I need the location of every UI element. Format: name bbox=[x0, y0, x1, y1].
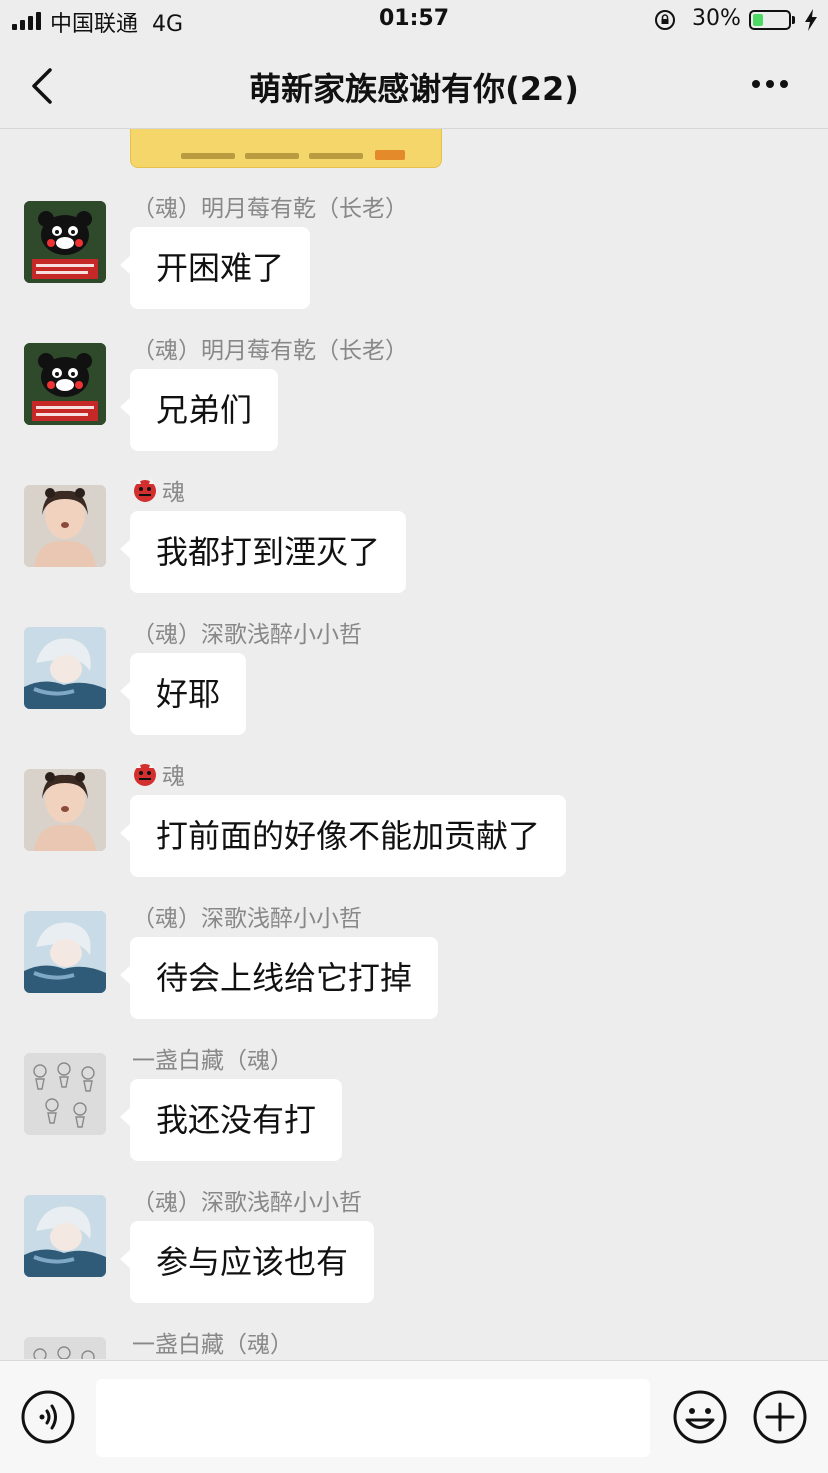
avatar-anime-character[interactable] bbox=[24, 911, 106, 993]
sender-name-text: 魂 bbox=[162, 764, 185, 790]
avatar-sketch[interactable] bbox=[24, 1053, 106, 1135]
sender-name: （魂）深歌浅醉小小哲 bbox=[132, 622, 362, 648]
rotation-lock-icon bbox=[655, 10, 675, 30]
sender-name: （魂）深歌浅醉小小哲 bbox=[132, 1190, 362, 1216]
voice-icon[interactable] bbox=[20, 1389, 76, 1445]
status-bar: 中国联通 4G 01:57 30% bbox=[0, 0, 828, 44]
avatar-sketch[interactable] bbox=[24, 1337, 106, 1359]
chat-title: 萌新家族感谢有你(22) bbox=[249, 70, 579, 108]
message-bubble[interactable]: 兄弟们 bbox=[119, 369, 279, 451]
card-action bbox=[375, 150, 405, 160]
chat-area[interactable]: （魂）明月莓有乾（长老） 开困难了 （魂）明月莓有乾（长老） 兄弟们 魂 我都打… bbox=[0, 129, 828, 1359]
sender-name: 魂 bbox=[132, 473, 185, 507]
nav-bar: 萌新家族感谢有你(22) bbox=[0, 44, 828, 129]
emoji-icon[interactable] bbox=[672, 1389, 728, 1445]
message-bubble[interactable]: 打前面的好像不能加贡献了 bbox=[119, 795, 567, 877]
sender-name: 一盏白藏（魂） bbox=[132, 1048, 293, 1074]
plus-icon[interactable] bbox=[752, 1389, 808, 1445]
sender-name: 魂 bbox=[132, 757, 185, 791]
battery-cap bbox=[792, 16, 795, 24]
shared-card-preview[interactable] bbox=[130, 129, 442, 168]
battery-percent: 30% bbox=[692, 6, 741, 31]
avatar-girl-photo[interactable] bbox=[24, 769, 106, 851]
message-bubble[interactable]: 我还没有打 bbox=[119, 1079, 343, 1161]
message-input[interactable] bbox=[96, 1379, 650, 1457]
sender-name: （魂）明月莓有乾（长老） bbox=[132, 338, 408, 364]
sender-name: 一盏白藏（魂） bbox=[132, 1332, 293, 1358]
charging-icon bbox=[805, 9, 817, 31]
ogre-emoji-icon bbox=[134, 478, 156, 502]
avatar-kumamon[interactable] bbox=[24, 201, 106, 283]
avatar-anime-character[interactable] bbox=[24, 1195, 106, 1277]
message-bubble[interactable]: 待会上线给它打掉 bbox=[119, 937, 439, 1019]
avatar-girl-photo[interactable] bbox=[24, 485, 106, 567]
more-button[interactable] bbox=[752, 80, 788, 88]
message-bubble[interactable]: 好耶 bbox=[119, 653, 247, 735]
message-bubble[interactable]: 参与应该也有 bbox=[119, 1221, 375, 1303]
card-options bbox=[181, 153, 363, 159]
message-bubble[interactable]: 开困难了 bbox=[119, 227, 311, 309]
sender-name-text: 魂 bbox=[162, 480, 185, 506]
message-bubble[interactable]: 我都打到湮灭了 bbox=[119, 511, 407, 593]
ogre-emoji-icon bbox=[134, 762, 156, 786]
sender-name: （魂）深歌浅醉小小哲 bbox=[132, 906, 362, 932]
battery-icon bbox=[749, 10, 791, 30]
avatar-kumamon[interactable] bbox=[24, 343, 106, 425]
sender-name: （魂）明月莓有乾（长老） bbox=[132, 196, 408, 222]
input-bar bbox=[0, 1360, 828, 1473]
avatar-anime-character[interactable] bbox=[24, 627, 106, 709]
